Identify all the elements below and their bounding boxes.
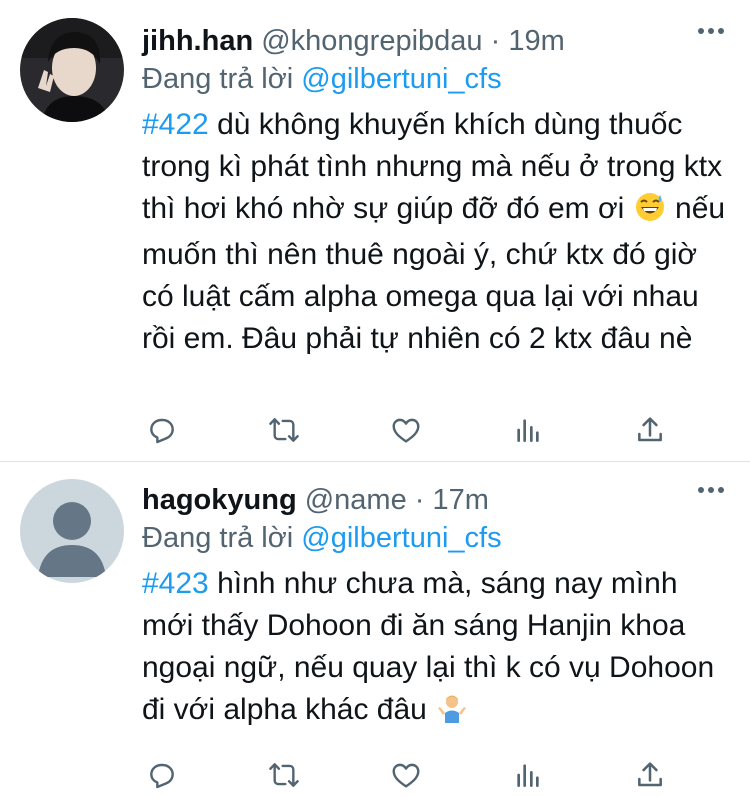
reply-icon [150,763,174,789]
replying-to: Đang trả lời @gilbertuni_cfs [142,60,730,98]
reply-mention-link[interactable]: @gilbertuni_cfs [301,63,501,95]
tweet-content: hagokyung @name · 17m Đang trả lời @gilb… [142,481,730,735]
reply-button[interactable] [142,410,182,450]
tweet-header: hagokyung @name · 17m [142,481,730,519]
hashtag-link[interactable]: #422 [142,108,209,141]
reply-prefix: Đang trả lời [142,522,294,554]
replying-to: Đang trả lời @gilbertuni_cfs [142,519,730,557]
person-shrugging-emoji [437,693,467,735]
reply-prefix: Đang trả lời [142,63,294,95]
hashtag-link[interactable]: #423 [142,567,209,600]
separator-dot: · [490,25,501,57]
tweet-text: #422 dù không khuyến khích dùng thuốc tr… [142,104,730,360]
retweet-button[interactable] [264,755,304,795]
tweet-text-part: hình như chưa mà, sáng nay mình mới thấy… [142,567,715,726]
tweet-text: #423 hình như chưa mà, sáng nay mình mới… [142,563,730,735]
share-icon [638,762,662,787]
share-button[interactable] [630,410,670,450]
reply-icon [150,418,174,444]
display-name[interactable]: jihh.han [142,25,253,57]
analytics-icon [517,764,539,787]
grinning-sweat-emoji [635,192,665,234]
reply-mention-link[interactable]: @gilbertuni_cfs [301,522,501,554]
separator-dot: · [414,484,425,516]
reply-button[interactable] [142,755,182,795]
timestamp[interactable]: 17m [433,484,489,516]
retweet-icon [269,418,299,442]
tweet[interactable]: hagokyung @name · 17m Đang trả lời @gilb… [0,462,750,797]
retweet-button[interactable] [264,410,304,450]
user-handle[interactable]: @khongrepibdau [261,25,482,57]
avatar[interactable] [20,18,124,122]
tweet-actions [142,755,670,795]
share-icon [638,417,662,442]
analytics-icon [517,419,539,442]
timestamp[interactable]: 19m [508,25,564,57]
like-icon [392,418,420,443]
tweet-content: jihh.han @khongrepibdau · 19m Đang trả l… [142,22,730,360]
tweet-header: jihh.han @khongrepibdau · 19m [142,22,730,60]
like-button[interactable] [386,755,426,795]
retweet-icon [269,763,299,787]
tweet-actions [142,410,670,450]
avatar[interactable] [20,479,124,583]
share-button[interactable] [630,755,670,795]
tweet[interactable]: jihh.han @khongrepibdau · 19m Đang trả l… [0,0,750,462]
like-icon [392,763,420,788]
display-name[interactable]: hagokyung [142,484,297,516]
analytics-button[interactable] [508,410,548,450]
analytics-button[interactable] [508,755,548,795]
like-button[interactable] [386,410,426,450]
user-handle[interactable]: @name [305,484,407,516]
